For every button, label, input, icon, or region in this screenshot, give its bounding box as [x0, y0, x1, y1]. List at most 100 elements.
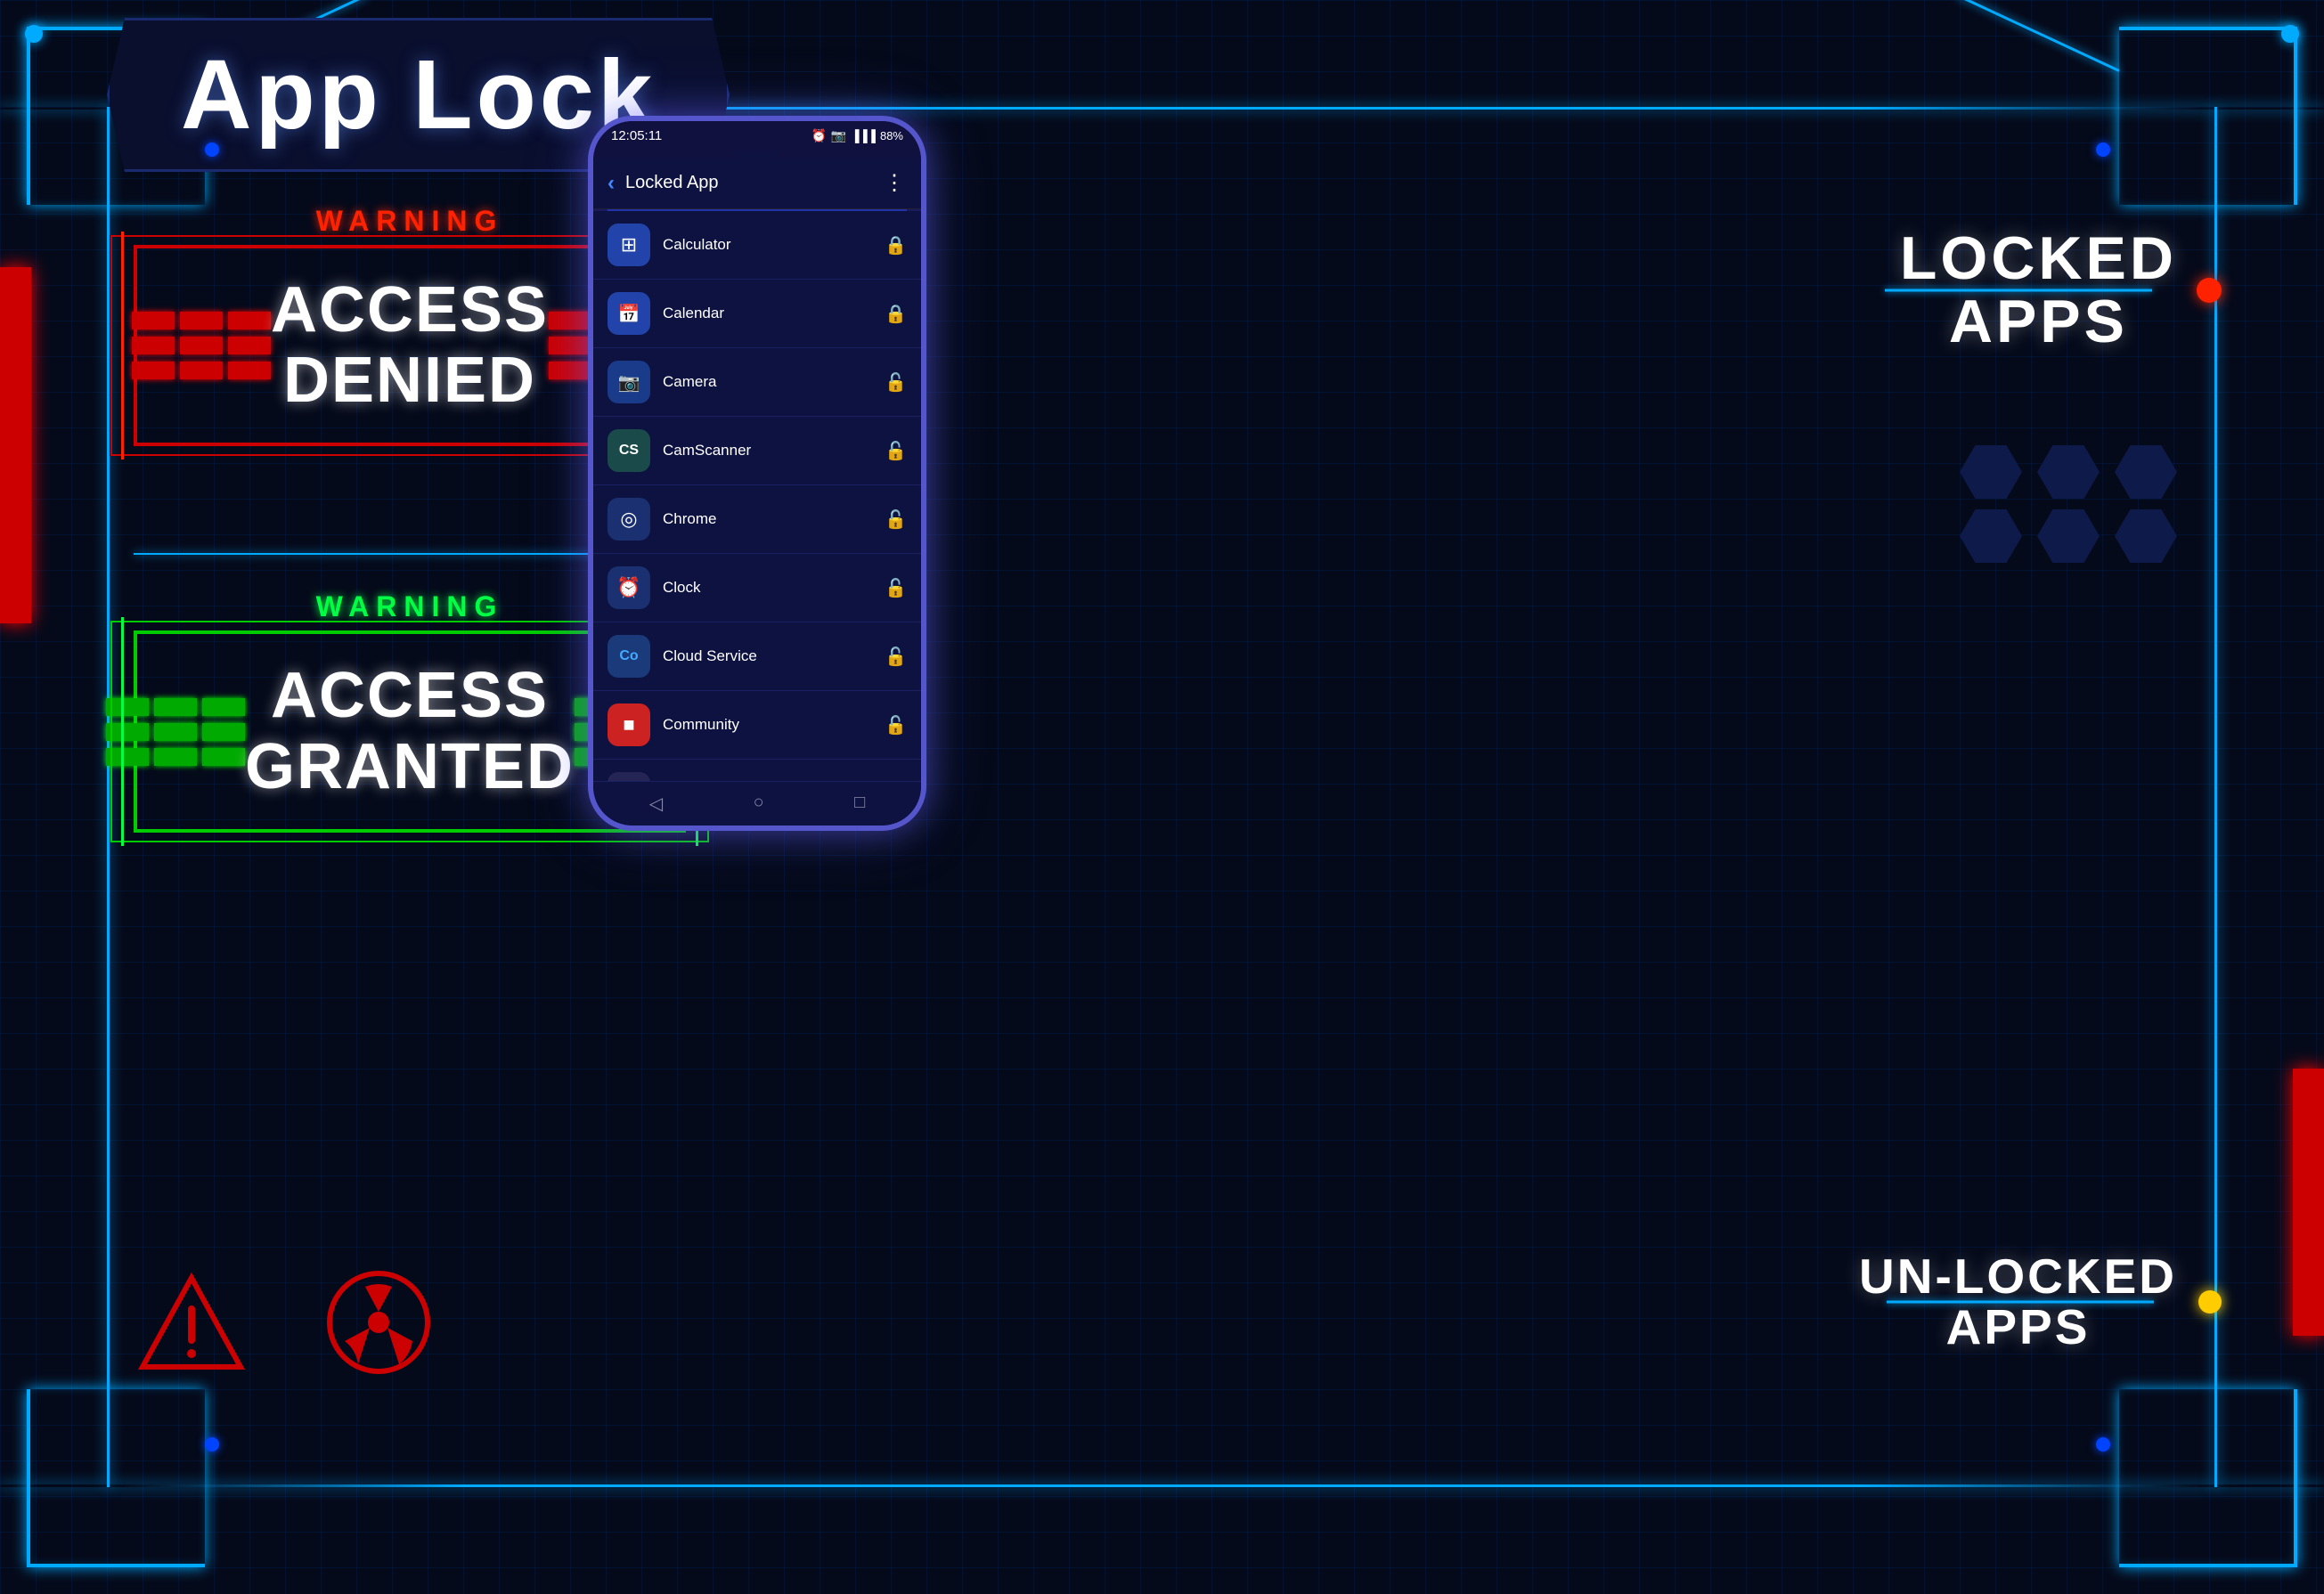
locked-apps-line1: LOCKED — [1900, 227, 2177, 290]
bar-row — [106, 698, 245, 716]
lock-icon-clock[interactable] — [885, 577, 907, 599]
phone-bottom-nav: ◁ ○ □ — [593, 781, 921, 825]
camera-icon: 📷 — [618, 371, 640, 394]
bar-row — [106, 748, 245, 766]
bar-segment — [180, 362, 223, 379]
bottom-icons — [134, 1265, 436, 1380]
denied-left-bars — [132, 312, 271, 379]
phone-header-left: ‹ Locked App — [608, 171, 719, 196]
bar-segment — [132, 312, 175, 329]
status-battery: 88% — [880, 129, 903, 142]
warning-triangle-icon — [134, 1269, 249, 1376]
bar-segment — [154, 748, 197, 766]
app-item-cloud[interactable]: Co Cloud Service — [593, 622, 921, 691]
hex-3 — [2115, 445, 2177, 499]
app-icon-cloud: Co — [608, 635, 650, 678]
corner-dot-tr — [2281, 25, 2299, 43]
bar-segment — [106, 723, 149, 741]
back-button[interactable]: ‹ — [608, 171, 615, 196]
more-options-button[interactable]: ⋮ — [884, 170, 907, 196]
bar-segment — [180, 312, 223, 329]
hex-1 — [1960, 445, 2022, 499]
bar-segment — [154, 723, 197, 741]
app-name-camera: Camera — [663, 373, 872, 391]
bar-segment — [549, 337, 591, 354]
lock-icon-camscanner[interactable] — [885, 440, 907, 462]
app-name-calendar: Calendar — [663, 305, 872, 322]
bar-segment — [180, 337, 223, 354]
app-name-community: Community — [663, 716, 872, 734]
lock-icon-community[interactable] — [885, 714, 907, 736]
app-item-chrome[interactable]: ◎ Chrome — [593, 485, 921, 554]
unlocked-apps-section: UN-LOCKED APPS — [1859, 1251, 2177, 1354]
red-accent-right — [2293, 1069, 2324, 1336]
lock-icon-chrome[interactable] — [885, 508, 907, 531]
red-accent-left — [0, 267, 31, 623]
app-name-calculator: Calculator — [663, 236, 872, 254]
access-granted-line1: ACCESS — [245, 661, 575, 731]
nav-home-button[interactable]: ○ — [754, 793, 764, 815]
bar-segment — [132, 362, 175, 379]
access-denied-line1: ACCESS — [271, 275, 549, 346]
main-container: App Lock WARNING — [0, 0, 2324, 1594]
cloud-icon: Co — [619, 648, 638, 664]
app-icon-camscanner: CS — [608, 429, 650, 472]
hex-5 — [2037, 509, 2100, 563]
phone-container: 12:05:11 ⏰ 📷 ▐▐▐ 88% ‹ Locked App — [588, 116, 926, 831]
access-granted-text: ACCESS GRANTED — [245, 661, 575, 801]
radiation-icon — [321, 1265, 436, 1380]
locked-apps-section: LOCKED APPS — [1900, 227, 2177, 354]
bar-segment — [549, 312, 591, 329]
corner-decoration-tr — [2119, 27, 2297, 205]
lock-icon-cloud[interactable] — [885, 646, 907, 668]
bar-segment — [106, 698, 149, 716]
calendar-icon: 📅 — [618, 303, 640, 325]
bar-segment — [228, 362, 271, 379]
status-time: 12:05:11 — [611, 128, 662, 143]
bar-segment — [549, 362, 591, 379]
corner-decoration-br — [2119, 1389, 2297, 1567]
bar-segment — [228, 312, 271, 329]
blue-dot-4 — [2096, 1437, 2110, 1452]
nav-back-button[interactable]: ◁ — [649, 793, 663, 815]
phone-status-bar: 12:05:11 ⏰ 📷 ▐▐▐ 88% — [593, 121, 921, 150]
app-name-camscanner: CamScanner — [663, 442, 872, 459]
app-item-camscanner[interactable]: CS CamScanner — [593, 417, 921, 485]
app-icon-community: ■ — [608, 703, 650, 746]
unlocked-apps-line1: UN-LOCKED — [1859, 1251, 2177, 1303]
neon-border-bottom — [0, 1484, 2324, 1487]
chrome-icon: ◎ — [620, 508, 637, 531]
hex-4 — [1960, 509, 2022, 563]
app-item-calendar[interactable]: 📅 Calendar — [593, 280, 921, 348]
bar-row — [106, 723, 245, 741]
phone-app-header: ‹ Locked App ⋮ — [593, 158, 921, 209]
access-denied-text: ACCESS DENIED — [271, 275, 549, 416]
nav-recents-button[interactable]: □ — [854, 793, 865, 815]
corner-dot-tl — [25, 25, 43, 43]
app-icon-chrome: ◎ — [608, 498, 650, 541]
app-list: ⊞ Calculator 📅 Calendar 📷 — [593, 211, 921, 781]
app-icon-camera: 📷 — [608, 361, 650, 403]
phone-frame: 12:05:11 ⏰ 📷 ▐▐▐ 88% ‹ Locked App — [588, 116, 926, 831]
lock-icon-calculator[interactable] — [885, 234, 907, 256]
app-item-camera[interactable]: 📷 Camera — [593, 348, 921, 417]
bar-row — [132, 312, 271, 329]
blue-dot-3 — [205, 1437, 219, 1452]
hex-6 — [2115, 509, 2177, 563]
access-denied-line2: DENIED — [271, 346, 549, 416]
app-name-chrome: Chrome — [663, 510, 872, 528]
hex-grid — [1960, 445, 2181, 563]
app-item-calculator[interactable]: ⊞ Calculator — [593, 211, 921, 280]
hex-2 — [2037, 445, 2100, 499]
app-item-clock[interactable]: ⏰ Clock — [593, 554, 921, 622]
screen-title: Locked App — [625, 173, 719, 193]
app-item-community[interactable]: ■ Community — [593, 691, 921, 760]
app-icon-clock: ⏰ — [608, 566, 650, 609]
lock-icon-camera[interactable] — [885, 371, 907, 394]
bar-segment — [202, 748, 245, 766]
app-item-compass[interactable]: 🧭 Compass — [593, 760, 921, 781]
lock-icon-calendar[interactable] — [885, 303, 907, 325]
neon-line-left — [107, 107, 110, 1487]
blue-dot-1 — [205, 142, 219, 157]
bar-segment — [228, 337, 271, 354]
